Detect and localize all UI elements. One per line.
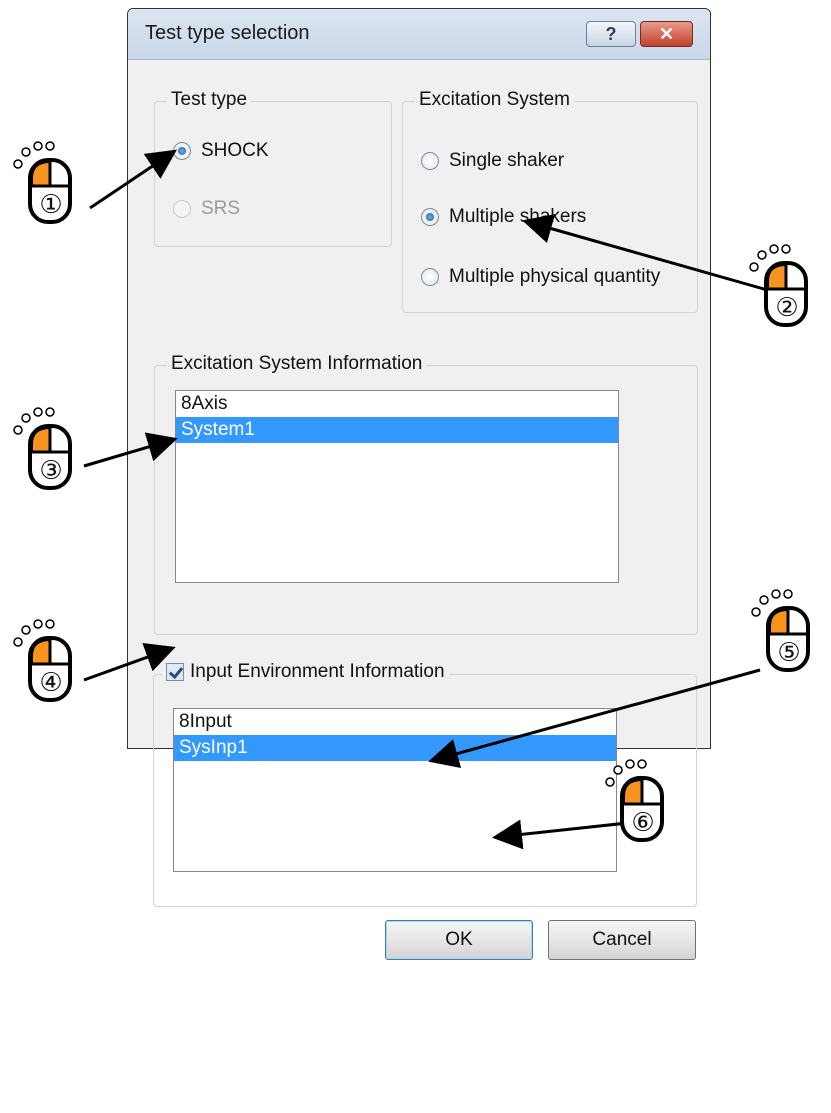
mouse-click-icon-3: ③ (12, 404, 84, 492)
annotation-number-1: ① (39, 190, 63, 220)
arrow-5 (428, 668, 761, 769)
annotation-overlay (83, 149, 786, 850)
annotation-number-2: ② (775, 293, 799, 323)
mouse-click-icon-5: ⑤ (750, 586, 822, 674)
mouse-click-icon-6: ⑥ (604, 756, 676, 844)
mouse-click-icon-4: ④ (12, 616, 84, 704)
arrow-4 (83, 643, 176, 682)
arrow-1 (89, 149, 177, 210)
annotation-number-4: ④ (39, 668, 63, 698)
annotation-number-3: ③ (39, 456, 63, 486)
mouse-click-icon-1: ① (12, 138, 84, 226)
annotation-number-5: ⑤ (777, 638, 801, 668)
annotation-number-6: ⑥ (631, 808, 655, 838)
mouse-click-icon-2: ② (748, 241, 820, 329)
arrow-2 (522, 214, 786, 297)
arrow-3 (83, 432, 178, 468)
